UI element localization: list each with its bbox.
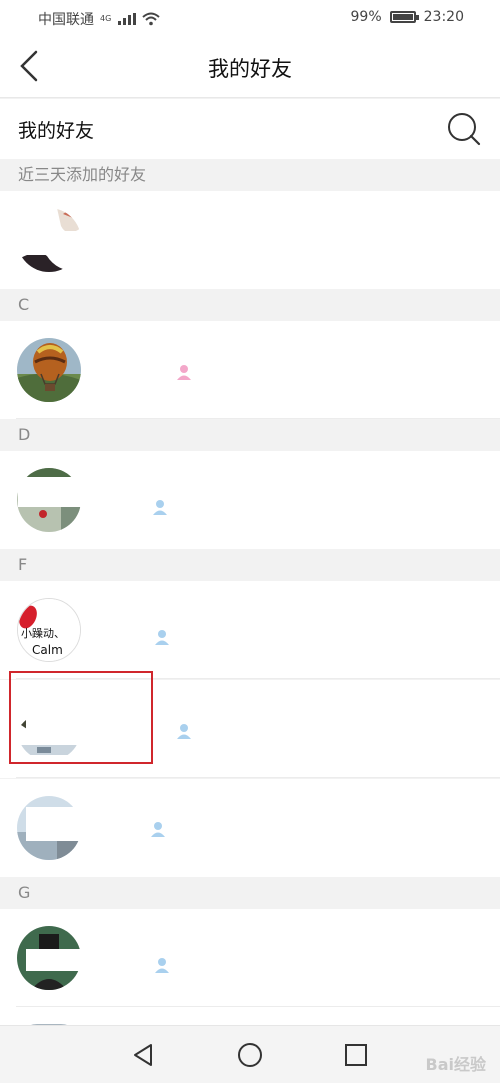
friend-row[interactable] <box>0 779 500 877</box>
network-type: 4G <box>100 14 112 23</box>
friend-row[interactable] <box>0 451 500 549</box>
friend-row[interactable]: 小躁动、 Calm <box>0 581 500 679</box>
status-right: 99% 23:20 <box>351 9 464 25</box>
redaction <box>26 710 84 736</box>
friend-row[interactable] <box>0 321 500 419</box>
navigation-bar: Bai经验 <box>0 1025 500 1083</box>
nav-home-button[interactable] <box>233 1038 267 1072</box>
divider <box>16 678 500 679</box>
male-person-icon <box>151 822 165 837</box>
friend-row[interactable] <box>0 680 500 778</box>
back-triangle-icon <box>134 1044 152 1066</box>
signal-icon <box>118 13 137 25</box>
section-header-recent: 近三天添加的好友 <box>0 159 500 191</box>
battery-percent: 99% <box>350 9 382 25</box>
female-person-icon <box>177 365 191 380</box>
watermark: Bai经验 <box>425 1055 486 1074</box>
redaction <box>26 807 156 841</box>
search-label: 我的好友 <box>18 120 95 142</box>
divider <box>16 777 500 778</box>
search-row[interactable]: 我的好友 <box>0 99 500 159</box>
status-left: 中国联通 4G <box>38 9 160 29</box>
nav-recents-button[interactable] <box>339 1038 373 1072</box>
title-bar: 我的好友 <box>0 36 500 98</box>
clock: 23:20 <box>423 9 464 25</box>
redaction <box>26 949 86 971</box>
male-person-icon <box>153 500 167 515</box>
section-header-g: G <box>0 877 500 909</box>
redaction <box>18 477 88 507</box>
page-title: 我的好友 <box>208 57 292 81</box>
redaction <box>100 351 170 391</box>
friend-row[interactable] <box>0 191 500 289</box>
section-header-f: F <box>0 549 500 581</box>
avatar: 小躁动、 Calm <box>17 598 81 662</box>
section-header-c: C <box>0 289 500 321</box>
male-person-icon <box>155 630 169 645</box>
avatar <box>17 338 81 402</box>
status-bar: 中国联通 4G 99% 23:20 <box>0 0 500 36</box>
search-button[interactable] <box>444 109 484 149</box>
avatar-text-en: Calm <box>32 643 63 657</box>
redaction <box>18 231 76 255</box>
avatar-text-cn: 小躁动、 <box>21 627 65 640</box>
section-header-d: D <box>0 419 500 451</box>
battery-icon <box>389 11 419 23</box>
male-person-icon <box>155 958 169 973</box>
friend-row-partial[interactable] <box>0 1007 500 1044</box>
friend-row[interactable] <box>0 909 500 1007</box>
wifi-icon <box>142 12 160 26</box>
search-icon <box>448 113 481 146</box>
carrier: 中国联通 <box>38 12 94 28</box>
nav-back-button[interactable] <box>127 1038 161 1072</box>
recents-square-icon <box>345 1044 367 1066</box>
male-person-icon <box>177 724 191 739</box>
home-circle-icon <box>238 1043 262 1067</box>
